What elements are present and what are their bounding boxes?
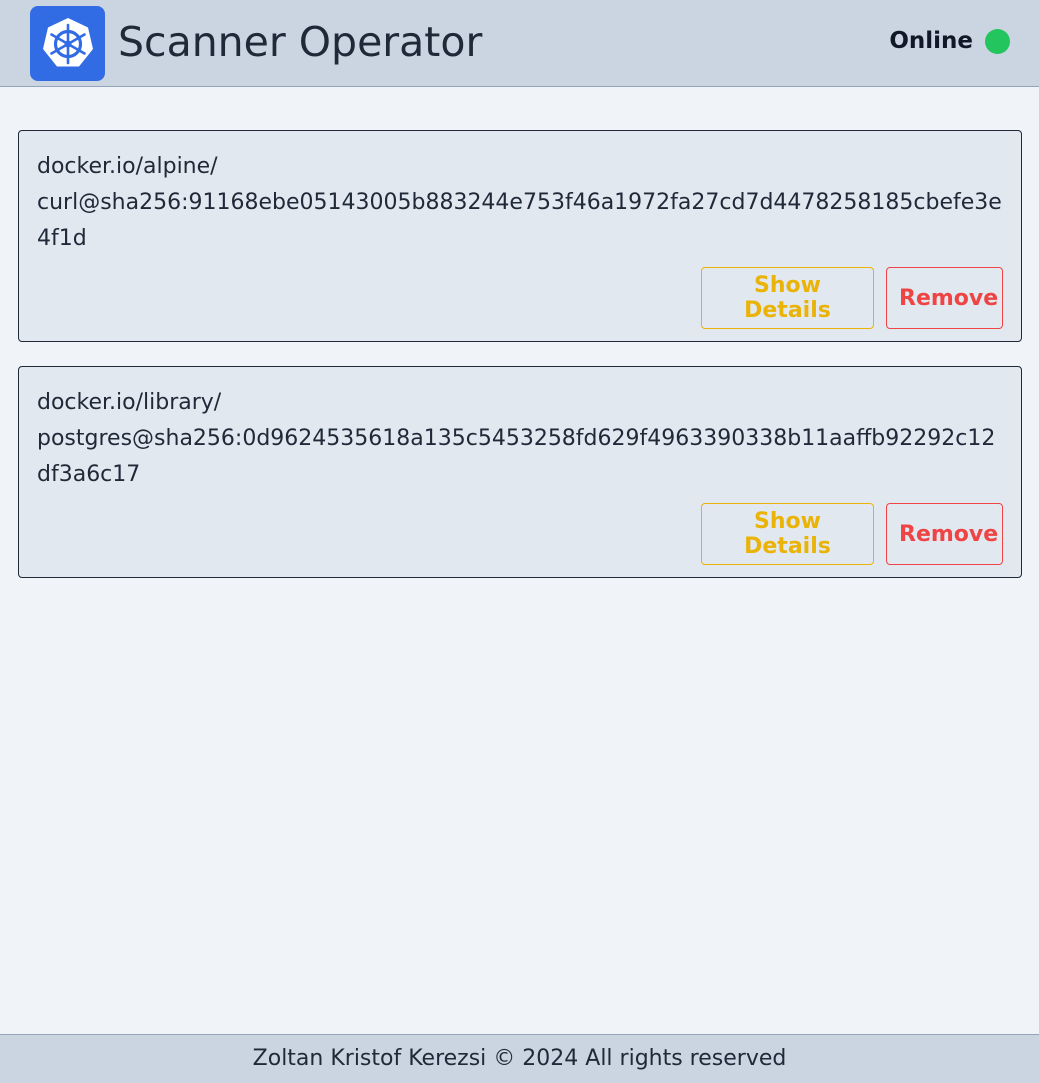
card-actions: Show Details Remove	[37, 267, 1003, 329]
image-name: docker.io/alpine/ curl@sha256:91168ebe05…	[37, 149, 1003, 257]
image-registry-path: docker.io/alpine/	[37, 154, 218, 179]
connection-status: Online	[889, 28, 1010, 54]
image-name: docker.io/library/ postgres@sha256:0d962…	[37, 385, 1003, 493]
footer: Zoltan Kristof Kerezsi © 2024 All rights…	[0, 1034, 1039, 1083]
image-card: docker.io/library/ postgres@sha256:0d962…	[18, 366, 1022, 578]
image-card: docker.io/alpine/ curl@sha256:91168ebe05…	[18, 130, 1022, 342]
status-indicator-icon	[985, 28, 1010, 54]
remove-button[interactable]: Remove	[886, 267, 1003, 329]
app-title: Scanner Operator	[118, 18, 483, 66]
image-digest: curl@sha256:91168ebe05143005b883244e753f…	[37, 190, 1002, 251]
image-list: docker.io/alpine/ curl@sha256:91168ebe05…	[18, 130, 1022, 602]
image-registry-path: docker.io/library/	[37, 390, 222, 415]
kubernetes-helm-icon	[30, 6, 105, 81]
status-text: Online	[889, 28, 973, 54]
remove-button[interactable]: Remove	[886, 503, 1003, 565]
image-digest: postgres@sha256:0d9624535618a135c5453258…	[37, 426, 996, 487]
show-details-button[interactable]: Show Details	[701, 267, 874, 329]
app-header: Scanner Operator Online	[0, 0, 1039, 87]
card-actions: Show Details Remove	[37, 503, 1003, 565]
show-details-button[interactable]: Show Details	[701, 503, 874, 565]
